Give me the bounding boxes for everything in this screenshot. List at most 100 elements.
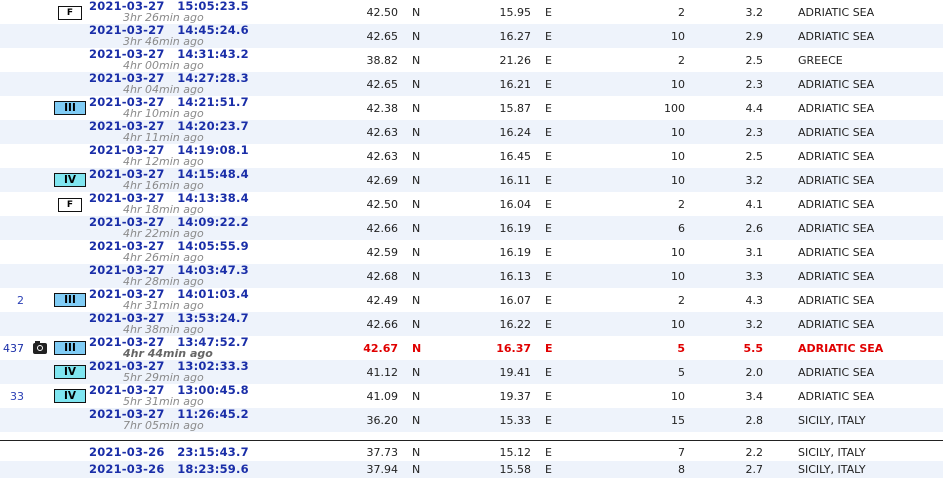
datetime-cell[interactable]: 2021-03-27 14:15:48.4 4hr 16min ago bbox=[87, 168, 347, 192]
photo-cell bbox=[27, 444, 53, 461]
region: ADRIATIC SEA bbox=[798, 149, 875, 163]
table-row[interactable]: F 2021-03-27 14:13:38.4 4hr 18min ago 42.50… bbox=[0, 192, 943, 216]
event-time: 18:23:59.6 bbox=[177, 462, 249, 476]
longitude: 15.58 bbox=[499, 463, 532, 476]
datetime-cell[interactable]: 2021-03-27 13:47:52.7 4hr 44min ago bbox=[87, 336, 347, 360]
photo-cell bbox=[27, 312, 53, 336]
table-row[interactable]: 2021-03-27 14:03:47.3 4hr 28min ago 42.68 N… bbox=[0, 264, 943, 288]
longitude-hemisphere: E bbox=[545, 389, 552, 403]
longitude-hemisphere: E bbox=[545, 173, 552, 187]
table-row[interactable]: 2021-03-27 13:53:24.7 4hr 38min ago 42.66 N… bbox=[0, 312, 943, 336]
datetime-cell[interactable]: 2021-03-27 11:26:45.2 7hr 05min ago bbox=[87, 408, 347, 432]
datetime-cell[interactable]: 2021-03-27 13:00:45.8 5hr 31min ago bbox=[87, 384, 347, 408]
datetime-cell[interactable]: 2021-03-27 14:21:51.7 4hr 10min ago bbox=[87, 96, 347, 120]
table-row[interactable]: 2021-03-27 14:31:43.2 4hr 00min ago 38.82 N… bbox=[0, 48, 943, 72]
intensity-badge[interactable]: IV bbox=[54, 389, 86, 403]
latitude-hemisphere: N bbox=[412, 317, 421, 331]
longitude: 16.22 bbox=[499, 317, 532, 331]
datetime-cell[interactable]: 2021-03-27 14:19:08.1 4hr 12min ago bbox=[87, 144, 347, 168]
datetime-cell[interactable]: 2021-03-27 14:31:43.2 4hr 00min ago bbox=[87, 48, 347, 72]
testimony-count-link[interactable]: 2 bbox=[0, 288, 27, 312]
datetime-cell[interactable]: 2021-03-27 13:02:33.3 5hr 29min ago bbox=[87, 360, 347, 384]
photo-cell bbox=[27, 240, 53, 264]
photo-cell bbox=[27, 192, 53, 216]
depth: 6 bbox=[678, 221, 685, 235]
datetime-cell[interactable]: 2021-03-27 14:13:38.4 4hr 18min ago bbox=[87, 192, 347, 216]
table-row[interactable]: IV 2021-03-27 14:15:48.4 4hr 16min ago 42.6… bbox=[0, 168, 943, 192]
latitude: 37.73 bbox=[366, 446, 399, 459]
longitude-hemisphere: E bbox=[545, 101, 552, 115]
datetime-cell[interactable]: 2021-03-27 13:53:24.7 4hr 38min ago bbox=[87, 312, 347, 336]
camera-icon[interactable] bbox=[33, 341, 47, 354]
testimony-count-link bbox=[0, 144, 27, 168]
intensity-badge[interactable]: IV bbox=[54, 173, 86, 187]
intensity-cell: IV bbox=[53, 384, 87, 408]
datetime-cell[interactable]: 2021-03-26 18:23:59.6 bbox=[87, 461, 347, 478]
intensity-badge[interactable]: F bbox=[58, 197, 82, 212]
latitude-hemisphere: N bbox=[412, 53, 421, 67]
latitude-hemisphere: N bbox=[412, 149, 421, 163]
intensity-badge[interactable]: F bbox=[58, 5, 82, 20]
table-row[interactable]: 2 III 2021-03-27 14:01:03.4 4hr 31min ago 42… bbox=[0, 288, 943, 312]
table-row[interactable]: 2021-03-26 18:23:59.6 37.94 N 15.58 E 8 2.7 SIC… bbox=[0, 461, 943, 478]
table-row[interactable]: 2021-03-27 14:45:24.6 3hr 46min ago 42.65 N… bbox=[0, 24, 943, 48]
time-ago: 4hr 11min ago bbox=[123, 131, 204, 144]
datetime-cell[interactable]: 2021-03-27 14:09:22.2 4hr 22min ago bbox=[87, 216, 347, 240]
table-row[interactable]: 2021-03-27 14:09:22.2 4hr 22min ago 42.66 N… bbox=[0, 216, 943, 240]
latitude: 42.66 bbox=[366, 221, 399, 235]
longitude-hemisphere: E bbox=[545, 125, 552, 139]
latitude: 42.38 bbox=[366, 101, 399, 115]
photo-cell bbox=[27, 264, 53, 288]
latitude-hemisphere: N bbox=[412, 269, 421, 283]
table-row[interactable]: III 2021-03-27 14:21:51.7 4hr 10min ago 42.… bbox=[0, 96, 943, 120]
table-row[interactable]: F 2021-03-27 15:05:23.5 3hr 26min ago 42.50… bbox=[0, 0, 943, 24]
latitude: 42.49 bbox=[366, 293, 399, 307]
event-datetime-link[interactable]: 2021-03-26 23:15:43.7 bbox=[89, 446, 347, 458]
longitude: 19.37 bbox=[499, 389, 532, 403]
datetime-cell[interactable]: 2021-03-26 23:15:43.7 bbox=[87, 444, 347, 461]
table-row[interactable]: 2021-03-27 11:26:45.2 7hr 05min ago 36.20 N… bbox=[0, 408, 943, 432]
region: ADRIATIC SEA bbox=[798, 269, 875, 283]
longitude-hemisphere: E bbox=[545, 269, 552, 283]
testimony-count-link[interactable]: 33 bbox=[0, 384, 27, 408]
datetime-cell[interactable]: 2021-03-27 14:03:47.3 4hr 28min ago bbox=[87, 264, 347, 288]
magnitude: 2.2 bbox=[745, 446, 764, 459]
datetime-cell[interactable]: 2021-03-27 14:20:23.7 4hr 11min ago bbox=[87, 120, 347, 144]
event-datetime-link[interactable]: 2021-03-26 18:23:59.6 bbox=[89, 462, 347, 476]
testimony-count-link[interactable]: 437 bbox=[0, 336, 27, 360]
table-row[interactable]: 2021-03-27 14:20:23.7 4hr 11min ago 42.63 N… bbox=[0, 120, 943, 144]
intensity-badge[interactable]: IV bbox=[54, 365, 86, 379]
longitude: 16.07 bbox=[499, 293, 532, 307]
photo-cell bbox=[27, 0, 53, 24]
event-date: 2021-03-26 bbox=[89, 462, 165, 476]
testimony-count-link bbox=[0, 444, 27, 461]
datetime-cell[interactable]: 2021-03-27 14:05:55.9 4hr 26min ago bbox=[87, 240, 347, 264]
table-row[interactable]: 2021-03-27 14:05:55.9 4hr 26min ago 42.59 N… bbox=[0, 240, 943, 264]
testimony-count-link bbox=[0, 168, 27, 192]
photo-cell[interactable] bbox=[27, 336, 53, 360]
testimony-count-link bbox=[0, 216, 27, 240]
intensity-cell bbox=[53, 72, 87, 96]
latitude-hemisphere: N bbox=[412, 389, 421, 403]
table-row[interactable]: 437 III 2021-03-27 13:47:52.7 4hr 44min ago… bbox=[0, 336, 943, 360]
table-row[interactable]: 2021-03-26 23:15:43.7 37.73 N 15.12 E 7 2.2 SIC… bbox=[0, 444, 943, 461]
intensity-badge[interactable]: III bbox=[54, 101, 86, 115]
intensity-badge[interactable]: III bbox=[54, 293, 86, 307]
intensity-badge[interactable]: III bbox=[54, 341, 86, 355]
datetime-cell[interactable]: 2021-03-27 15:05:23.5 3hr 26min ago bbox=[87, 0, 347, 24]
table-row[interactable]: 2021-03-27 14:19:08.1 4hr 12min ago 42.63 N… bbox=[0, 144, 943, 168]
table-row[interactable]: 33 IV 2021-03-27 13:00:45.8 5hr 31min ago 41… bbox=[0, 384, 943, 408]
depth: 10 bbox=[671, 29, 685, 43]
table-row[interactable]: IV 2021-03-27 13:02:33.3 5hr 29min ago 41.1… bbox=[0, 360, 943, 384]
latitude: 38.82 bbox=[366, 53, 399, 67]
region: ADRIATIC SEA bbox=[798, 197, 875, 211]
depth: 5 bbox=[678, 365, 685, 379]
time-ago: 5hr 29min ago bbox=[123, 371, 204, 384]
testimony-count-link bbox=[0, 48, 27, 72]
magnitude: 2.6 bbox=[745, 221, 764, 235]
table-row[interactable]: 2021-03-27 14:27:28.3 4hr 04min ago 42.65 N… bbox=[0, 72, 943, 96]
datetime-cell[interactable]: 2021-03-27 14:27:28.3 4hr 04min ago bbox=[87, 72, 347, 96]
intensity-cell bbox=[53, 24, 87, 48]
datetime-cell[interactable]: 2021-03-27 14:45:24.6 3hr 46min ago bbox=[87, 24, 347, 48]
datetime-cell[interactable]: 2021-03-27 14:01:03.4 4hr 31min ago bbox=[87, 288, 347, 312]
